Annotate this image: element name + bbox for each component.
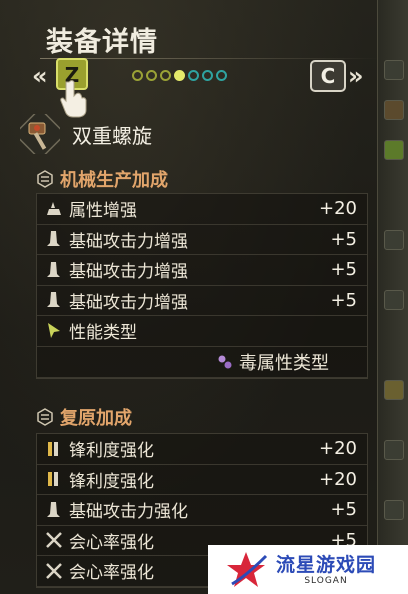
attack-boost-icon: [47, 231, 60, 247]
side-chip: [384, 140, 404, 160]
item-label: 性能类型: [69, 323, 137, 344]
page-dot[interactable]: [216, 70, 227, 81]
performance-type-label: 毒属性类型: [239, 352, 329, 374]
list-item[interactable]: 基础攻击力增强 +5: [37, 286, 367, 316]
side-chip: [384, 60, 404, 80]
section-header-restore-bonus: 复原加成: [36, 404, 132, 430]
pointer-hand-icon: [60, 80, 87, 118]
item-value: +5: [330, 259, 357, 281]
cursor-icon: [48, 322, 60, 338]
list-item[interactable]: 基础攻击力强化 +5: [37, 495, 367, 526]
item-value: +5: [330, 289, 357, 311]
crossed-swords-icon: [46, 532, 62, 549]
item-value: +20: [319, 198, 357, 220]
weapon-name: 双重螺旋: [72, 124, 152, 148]
watermark-slogan: SLOGAN: [304, 575, 348, 586]
gear-bonus-icon: [37, 170, 53, 188]
side-chip: [384, 290, 404, 310]
item-label: 基础攻击力增强: [69, 262, 188, 283]
page-dot[interactable]: [132, 70, 143, 81]
star-logo-icon: [227, 551, 268, 587]
side-chip: [384, 230, 404, 250]
crossed-swords-icon: [46, 562, 62, 579]
item-label: 锋利度强化: [69, 441, 154, 462]
watermark-title: 流星游戏园: [276, 553, 377, 576]
attack-boost-icon: [47, 292, 60, 308]
item-value: +20: [319, 468, 357, 490]
item-label: 基础攻击力强化: [69, 502, 188, 523]
prev-page-arrow[interactable]: «: [32, 62, 48, 90]
section-title: 复原加成: [60, 408, 132, 429]
performance-type-value[interactable]: 毒属性类型: [37, 347, 367, 378]
element-boost-icon: [47, 201, 61, 215]
list-item[interactable]: 基础攻击力增强 +5: [37, 255, 367, 286]
list-item[interactable]: 锋利度强化 +20: [37, 465, 367, 495]
site-watermark: 流星游戏园 SLOGAN: [208, 545, 408, 594]
next-page-arrow[interactable]: »: [348, 62, 364, 90]
machine-bonus-list: 属性增强 +20 基础攻击力增强 +5 基础攻击力增强 +5 基础攻击力增强 +…: [36, 193, 368, 379]
key-c-button[interactable]: C: [310, 60, 346, 92]
item-label: 基础攻击力增强: [69, 292, 188, 313]
side-chip: [384, 380, 404, 400]
item-label: 锋利度强化: [69, 471, 154, 492]
list-item[interactable]: 性能类型: [37, 316, 367, 347]
attack-boost-icon: [47, 501, 60, 517]
attack-boost-icon: [47, 261, 60, 277]
page-dot[interactable]: [160, 70, 171, 81]
side-chip: [384, 500, 404, 520]
page-dot-active[interactable]: [174, 70, 185, 81]
list-item[interactable]: 基础攻击力增强 +5: [37, 225, 367, 255]
title-divider: [40, 58, 380, 59]
item-value: +5: [330, 228, 357, 250]
page-dot[interactable]: [146, 70, 157, 81]
item-label: 属性增强: [69, 201, 137, 222]
side-chip: [384, 100, 404, 120]
page-dot[interactable]: [202, 70, 213, 81]
page-indicator: [132, 70, 227, 81]
side-panel-strip: [377, 0, 408, 594]
gear-bonus-icon: [37, 408, 53, 426]
page-dot[interactable]: [188, 70, 199, 81]
section-header-machine-bonus: 机械生产加成: [36, 166, 168, 192]
item-value: +5: [330, 499, 357, 521]
sharpness-icon: [48, 441, 58, 456]
side-chip: [384, 440, 404, 460]
item-label: 基础攻击力增强: [69, 231, 188, 252]
list-item[interactable]: 属性增强 +20: [37, 194, 367, 225]
page-title: 装备详情: [46, 27, 158, 58]
hammer-weapon-icon: [20, 114, 60, 154]
section-title: 机械生产加成: [60, 170, 168, 191]
item-value: +20: [319, 438, 357, 460]
list-item[interactable]: 锋利度强化 +20: [37, 434, 367, 465]
sharpness-icon: [48, 472, 58, 487]
poison-element-icon: [218, 355, 232, 368]
